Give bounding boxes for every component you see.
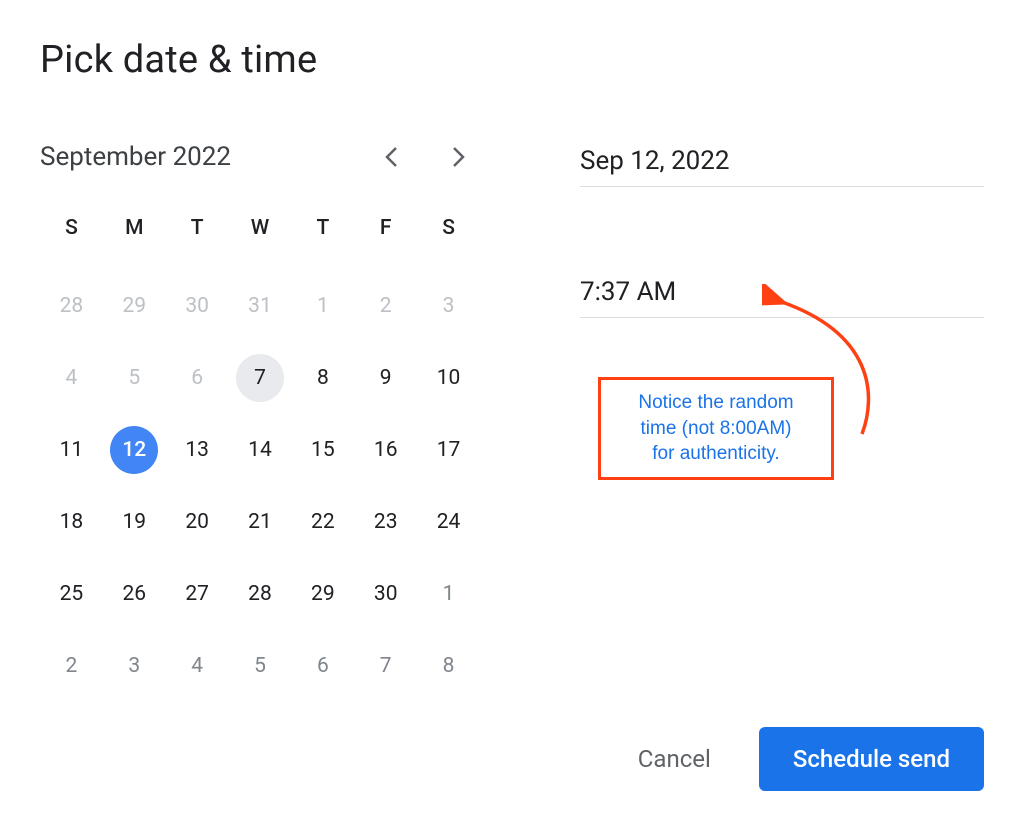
calendar-day[interactable]: 16	[354, 426, 417, 474]
calendar-day[interactable]: 5	[229, 642, 292, 690]
calendar-day[interactable]: 14	[229, 426, 292, 474]
calendar-day[interactable]: 29	[103, 282, 166, 330]
calendar-day[interactable]: 22	[291, 498, 354, 546]
calendar-day[interactable]: 2	[40, 642, 103, 690]
calendar-day[interactable]: 31	[229, 282, 292, 330]
calendar-day[interactable]: 2	[354, 282, 417, 330]
calendar-day[interactable]: 20	[166, 498, 229, 546]
calendar-day[interactable]: 26	[103, 570, 166, 618]
calendar-day[interactable]: 1	[417, 570, 480, 618]
calendar-day[interactable]: 15	[291, 426, 354, 474]
calendar-header: September 2022	[40, 142, 480, 172]
calendar-day[interactable]: 27	[166, 570, 229, 618]
annotation-line: for authenticity.	[609, 441, 823, 467]
annotation-line: Notice the random	[609, 390, 823, 416]
calendar-day[interactable]: 8	[417, 642, 480, 690]
next-month-button[interactable]	[446, 145, 470, 169]
calendar-day[interactable]: 30	[354, 570, 417, 618]
prev-month-button[interactable]	[380, 145, 404, 169]
calendar-day[interactable]: 3	[417, 282, 480, 330]
chevron-right-icon	[449, 145, 467, 169]
calendar: September 2022 SMTWTFS282930311234567891…	[40, 142, 480, 690]
calendar-day[interactable]: 9	[354, 354, 417, 402]
calendar-day[interactable]: 1	[291, 282, 354, 330]
calendar-day[interactable]: 13	[166, 426, 229, 474]
calendar-day[interactable]: 5	[103, 354, 166, 402]
calendar-day[interactable]: 12	[103, 426, 166, 474]
calendar-day[interactable]: 7	[229, 354, 292, 402]
cancel-button[interactable]: Cancel	[630, 733, 719, 785]
calendar-day[interactable]: 19	[103, 498, 166, 546]
dialog-footer: Cancel Schedule send	[630, 727, 984, 791]
calendar-day[interactable]: 29	[291, 570, 354, 618]
annotation-line: time (not 8:00AM)	[609, 416, 823, 442]
schedule-send-button[interactable]: Schedule send	[759, 727, 984, 791]
calendar-day[interactable]: 21	[229, 498, 292, 546]
calendar-day[interactable]: 25	[40, 570, 103, 618]
calendar-day[interactable]: 3	[103, 642, 166, 690]
day-of-week-header: S	[40, 216, 103, 258]
day-of-week-header: F	[354, 216, 417, 258]
calendar-day[interactable]: 8	[291, 354, 354, 402]
annotation-callout: Notice the random time (not 8:00AM) for …	[598, 377, 834, 480]
calendar-day[interactable]: 24	[417, 498, 480, 546]
calendar-day[interactable]: 30	[166, 282, 229, 330]
dialog-content: September 2022 SMTWTFS282930311234567891…	[40, 142, 984, 690]
calendar-day[interactable]: 4	[40, 354, 103, 402]
day-of-week-header: M	[103, 216, 166, 258]
calendar-day[interactable]: 18	[40, 498, 103, 546]
day-of-week-header: T	[291, 216, 354, 258]
day-of-week-header: T	[166, 216, 229, 258]
calendar-day[interactable]: 11	[40, 426, 103, 474]
month-label: September 2022	[40, 142, 231, 172]
calendar-day[interactable]: 23	[354, 498, 417, 546]
calendar-day[interactable]: 17	[417, 426, 480, 474]
calendar-day[interactable]: 7	[354, 642, 417, 690]
day-of-week-header: S	[417, 216, 480, 258]
dialog-title: Pick date & time	[40, 38, 984, 82]
calendar-day[interactable]: 6	[166, 354, 229, 402]
month-nav	[380, 145, 480, 169]
schedule-send-dialog: Pick date & time September 2022 SMTWTFS2…	[0, 0, 1024, 730]
calendar-day[interactable]: 6	[291, 642, 354, 690]
date-input[interactable]	[580, 142, 984, 187]
calendar-day[interactable]: 28	[40, 282, 103, 330]
day-of-week-header: W	[229, 216, 292, 258]
calendar-grid: SMTWTFS282930311234567891011121314151617…	[40, 216, 480, 690]
calendar-day[interactable]: 4	[166, 642, 229, 690]
chevron-left-icon	[383, 145, 401, 169]
time-input[interactable]	[580, 273, 984, 318]
calendar-day[interactable]: 28	[229, 570, 292, 618]
calendar-day[interactable]: 10	[417, 354, 480, 402]
